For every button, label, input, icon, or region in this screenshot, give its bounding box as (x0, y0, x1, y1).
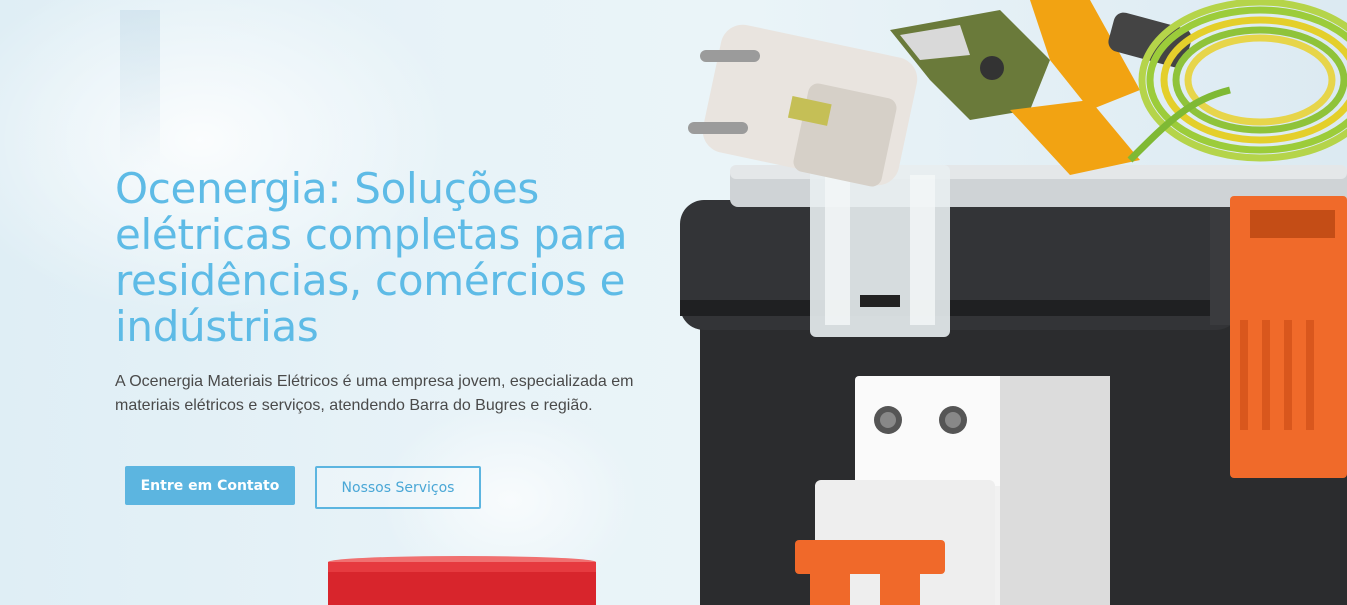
contact-button[interactable]: Entre em Contato (125, 466, 295, 505)
hero-description: A Ocenergia Materiais Elétricos é uma em… (115, 373, 634, 414)
hero-title: Ocenergia: Soluções elétricas completas … (115, 164, 628, 351)
hero-content: Ocenergia: Soluções elétricas completas … (115, 166, 675, 418)
background-window-frame (120, 10, 160, 170)
services-button[interactable]: Nossos Serviços (315, 466, 481, 509)
electrical-tools-image (680, 0, 1347, 605)
hero-section: Ocenergia: Soluções elétricas completas … (0, 0, 1347, 605)
red-tape-image (328, 556, 596, 605)
